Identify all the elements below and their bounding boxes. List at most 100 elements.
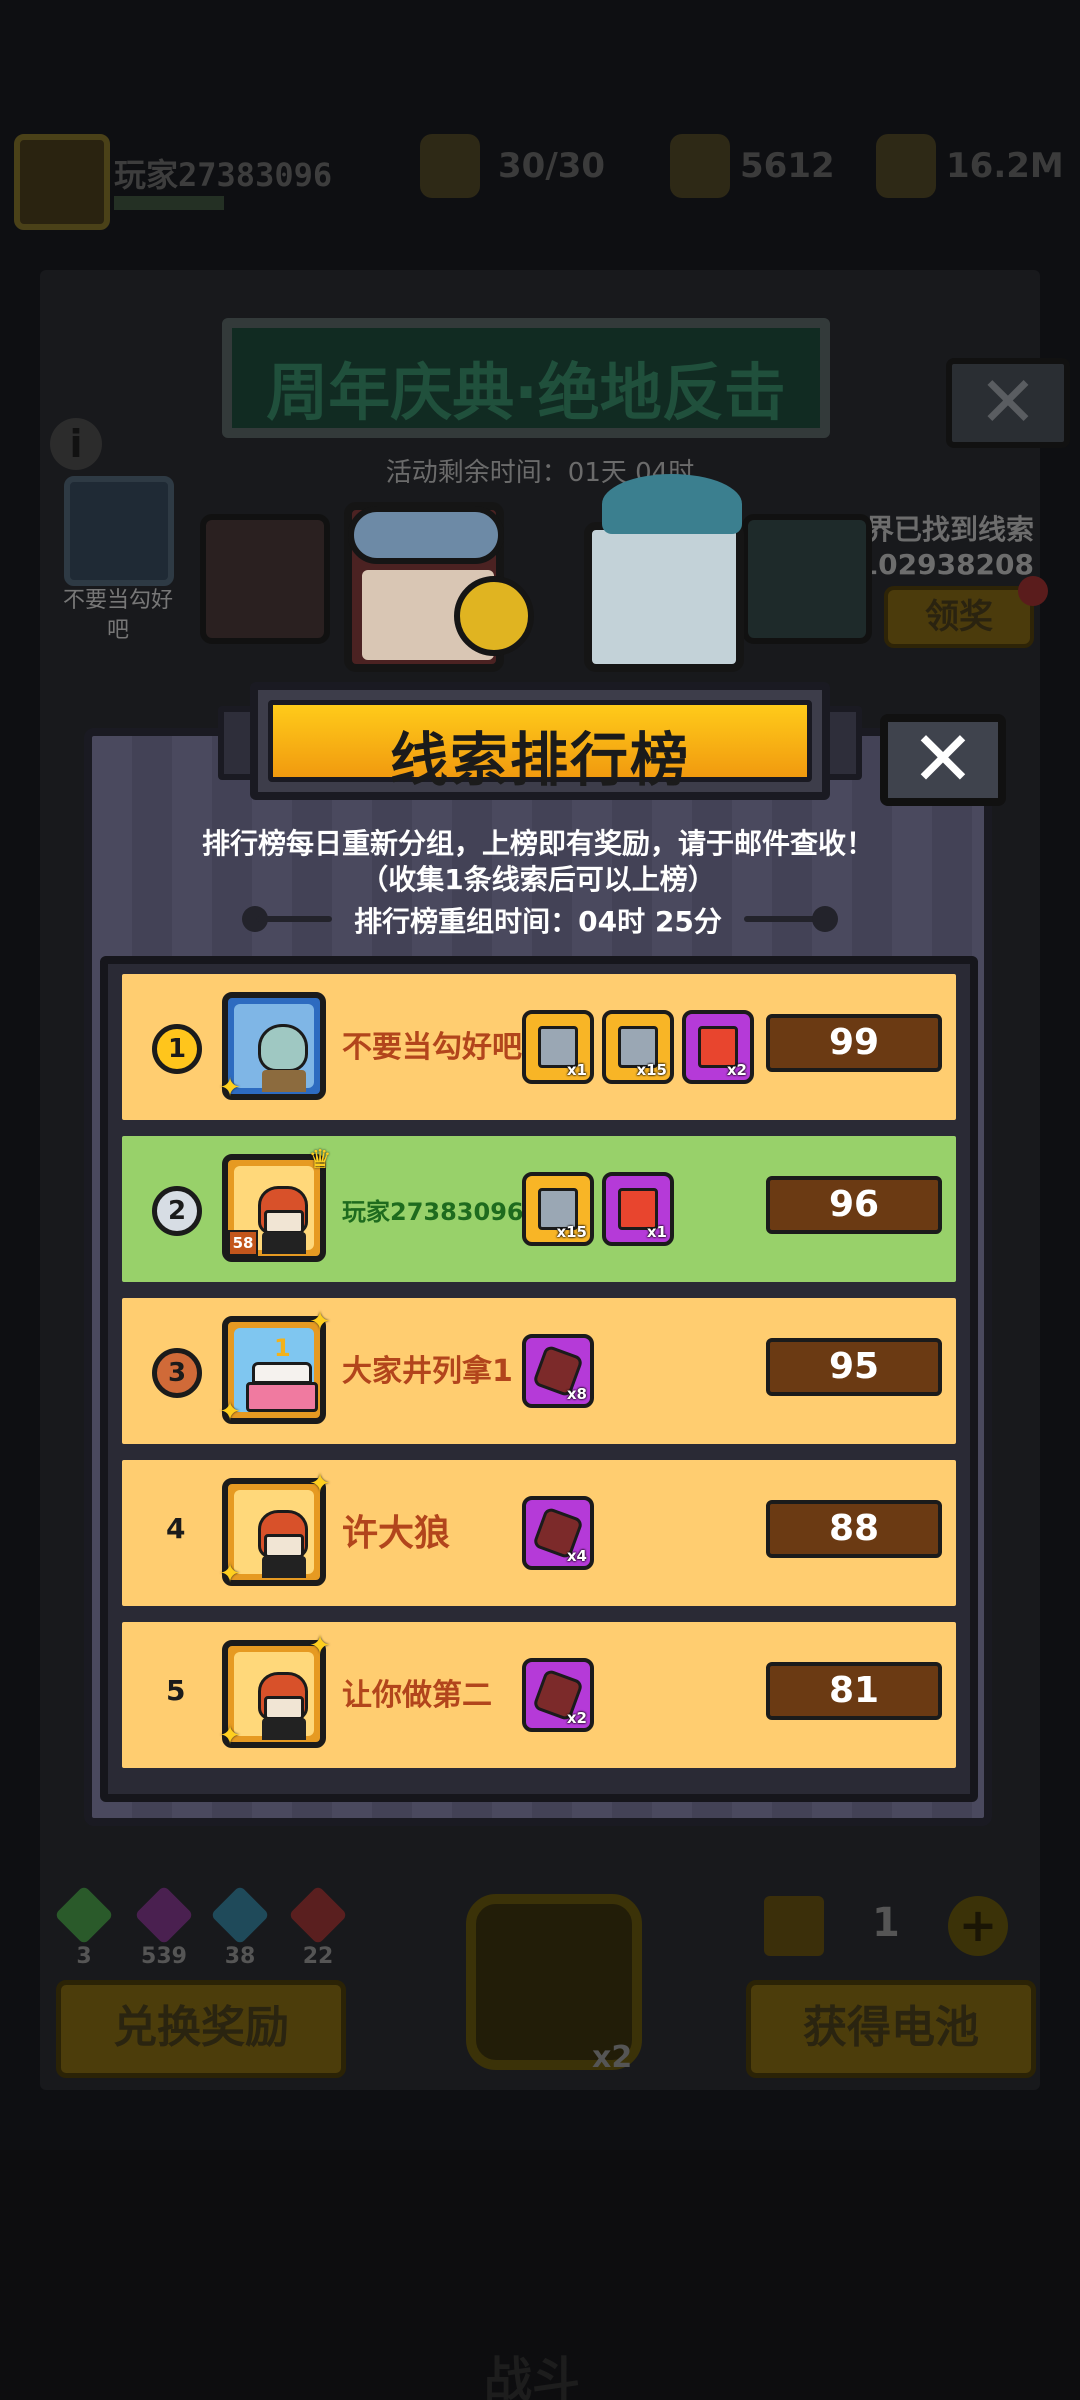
avatar-frame: 1 bbox=[234, 1328, 318, 1412]
reward-fragment-icon[interactable]: x2 bbox=[522, 1658, 594, 1732]
player-name: 许大狼 bbox=[342, 1513, 451, 1554]
gem-counter-red: 22 bbox=[288, 1885, 348, 1969]
world-found-count: 102938208 bbox=[858, 548, 1034, 581]
avatar-frame bbox=[234, 1490, 314, 1578]
player-name: 大家井列拿1 bbox=[342, 1354, 513, 1389]
reward-qty: x1 bbox=[646, 1223, 667, 1241]
gem-count: 38 bbox=[224, 1944, 256, 1969]
energy-icon bbox=[420, 134, 480, 198]
reward-gift-icon[interactable]: x2 bbox=[682, 1010, 754, 1084]
rank-number: 4 bbox=[166, 1512, 186, 1545]
event-title: 周年庆典·绝地反击 bbox=[266, 356, 786, 429]
squid-character-icon bbox=[258, 1024, 308, 1072]
gem-counter-blue: 38 bbox=[210, 1885, 270, 1969]
player-avatar[interactable]: ✦ ✦ bbox=[219, 1471, 331, 1587]
reward-fragment-icon[interactable]: x8 bbox=[522, 1334, 594, 1408]
claim-button[interactable]: 领奖 bbox=[884, 586, 1034, 648]
player-avatar[interactable] bbox=[14, 134, 110, 230]
character-right-peek bbox=[742, 514, 872, 644]
player-avatar[interactable]: ✦ bbox=[219, 992, 326, 1101]
character-body bbox=[262, 1718, 306, 1740]
leaderboard-row[interactable]: 4 ✦ ✦ 许大狼 x4 88 bbox=[122, 1460, 956, 1606]
star-icon: ✦ bbox=[219, 1721, 241, 1751]
gem-counter-green: 3 bbox=[54, 1885, 114, 1969]
player-score: 99 bbox=[766, 1014, 942, 1072]
reward-chest-icon[interactable]: x15 bbox=[522, 1172, 594, 1246]
lightbulb-icon bbox=[454, 576, 534, 656]
star-icon: ✦ bbox=[219, 1559, 241, 1589]
avatar-frame bbox=[234, 1652, 314, 1740]
reward-gift-icon[interactable]: x1 bbox=[602, 1172, 674, 1246]
avatar-frame bbox=[234, 1004, 314, 1092]
get-battery-button[interactable]: 获得电池 bbox=[746, 1980, 1036, 2078]
leaderboard-row[interactable]: 5 ✦ ✦ 让你做第二 x2 81 bbox=[122, 1622, 956, 1768]
character-face bbox=[264, 1210, 304, 1234]
player-exp-bar bbox=[114, 196, 224, 210]
cake-base bbox=[246, 1382, 318, 1412]
reward-chest-icon[interactable]: x15 bbox=[602, 1010, 674, 1084]
gold-value: 16.2M bbox=[946, 146, 1064, 186]
rank-1-medal-icon: 1 bbox=[152, 1024, 202, 1074]
close-button[interactable]: ✕ bbox=[880, 714, 1006, 806]
star-icon: ✦ bbox=[309, 1307, 331, 1337]
player-name: 玩家27383096 bbox=[114, 156, 333, 194]
star-icon: ✦ bbox=[309, 1469, 331, 1499]
nav-battle[interactable]: 战斗 bbox=[484, 2340, 580, 2400]
energy-value: 30/30 bbox=[498, 146, 606, 186]
reward-chest-icon[interactable]: x1 bbox=[522, 1010, 594, 1084]
player-score: 81 bbox=[766, 1662, 942, 1720]
rank-3-medal-icon: 3 bbox=[152, 1348, 202, 1398]
player-level-badge: 58 bbox=[228, 1230, 258, 1256]
blue-gem-icon bbox=[210, 1885, 270, 1945]
player-name: 不要当勾好吧 bbox=[342, 1030, 522, 1065]
exchange-reward-button[interactable]: 兑换奖励 bbox=[56, 1980, 346, 2078]
gem-value: 5612 bbox=[740, 146, 835, 186]
purple-gem-icon bbox=[134, 1885, 194, 1945]
star-icon: ✦ bbox=[219, 1397, 241, 1427]
reward-qty: x2 bbox=[566, 1709, 587, 1727]
star-icon: ✦ bbox=[219, 1073, 241, 1103]
leaderboard-row-self[interactable]: 2 ♛ 58 玩家27383096 x15 x1 96 bbox=[122, 1136, 956, 1282]
battery-count: 1 bbox=[872, 1900, 900, 1946]
player-score: 88 bbox=[766, 1500, 942, 1558]
character-left-peek bbox=[200, 514, 330, 644]
player-avatar[interactable]: 1 ✦ ✦ bbox=[219, 1309, 331, 1425]
reward-qty: x15 bbox=[636, 1061, 667, 1079]
player-avatar[interactable]: ♛ 58 bbox=[222, 1147, 332, 1262]
reward-qty: x15 bbox=[556, 1223, 587, 1241]
character-hair bbox=[602, 474, 742, 534]
info-icon[interactable]: i bbox=[50, 418, 102, 470]
top-status-bar: 玩家27383096 30/30 5612 16.2M bbox=[0, 120, 1080, 230]
gem-icon bbox=[670, 134, 730, 198]
reward-qty: x1 bbox=[566, 1061, 587, 1079]
leaderboard-row[interactable]: 3 1 ✦ ✦ 大家井列拿1 x8 95 bbox=[122, 1298, 956, 1444]
player-avatar[interactable]: ✦ ✦ bbox=[219, 1633, 331, 1749]
character-face bbox=[264, 1696, 304, 1720]
player-score: 95 bbox=[766, 1338, 942, 1396]
lock-multiplier: x2 bbox=[592, 2040, 633, 2075]
leaderboard-row[interactable]: 1 ✦ 不要当勾好吧 x1 x15 x2 99 bbox=[122, 974, 956, 1120]
reward-fragment-icon[interactable]: x4 bbox=[522, 1496, 594, 1570]
player-name: 让你做第二 bbox=[342, 1678, 492, 1713]
gem-count: 539 bbox=[141, 1944, 187, 1969]
reward-qty: x2 bbox=[726, 1061, 747, 1079]
gem-counter-purple: 539 bbox=[134, 1885, 194, 1969]
top-player-avatar[interactable] bbox=[64, 476, 174, 586]
leaderboard-condition: （收集1条线索后可以上榜） bbox=[360, 863, 716, 896]
cake-icon bbox=[252, 1362, 312, 1384]
event-title-board: 周年庆典·绝地反击 bbox=[222, 318, 830, 438]
add-battery-button[interactable]: + bbox=[948, 1896, 1008, 1956]
character-scientist bbox=[584, 474, 744, 672]
crown-icon: ♛ bbox=[308, 1145, 332, 1175]
gem-count: 22 bbox=[302, 1944, 334, 1969]
visor-shape bbox=[348, 506, 504, 564]
player-score: 96 bbox=[766, 1176, 942, 1234]
star-icon: ✦ bbox=[309, 1631, 331, 1661]
event-close-button[interactable]: ✕ bbox=[946, 358, 1070, 448]
reset-time: 排行榜重组时间：04时 25分 bbox=[354, 905, 722, 938]
top-player-name: 不要当勾好吧 bbox=[62, 588, 173, 643]
gold-icon bbox=[876, 134, 936, 198]
gem-count: 3 bbox=[76, 1944, 92, 1969]
reward-qty: x4 bbox=[566, 1547, 587, 1565]
modal-title-plate: 线索排行榜 bbox=[268, 700, 812, 794]
